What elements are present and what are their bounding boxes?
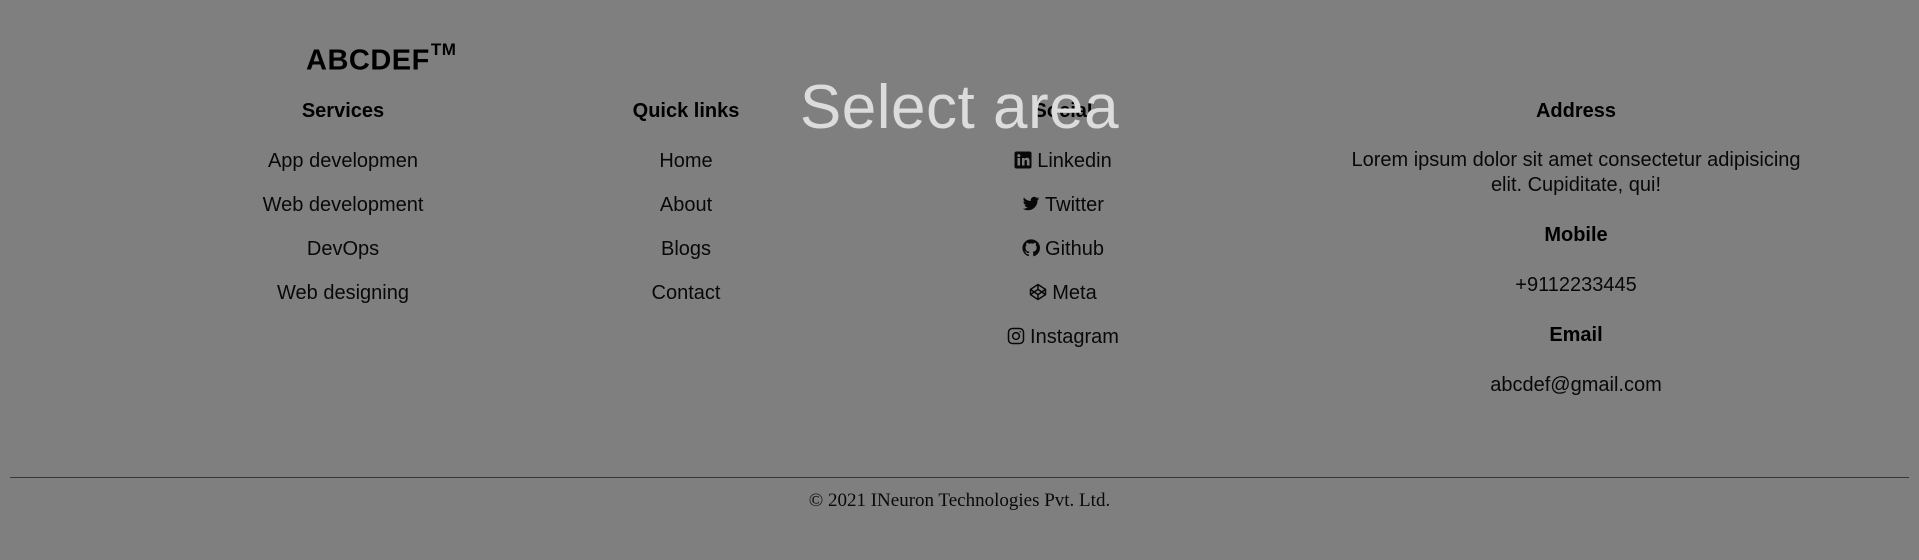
select-area-label: Select area [799,73,1120,142]
area-selection-overlay[interactable]: Select area [0,0,1919,560]
